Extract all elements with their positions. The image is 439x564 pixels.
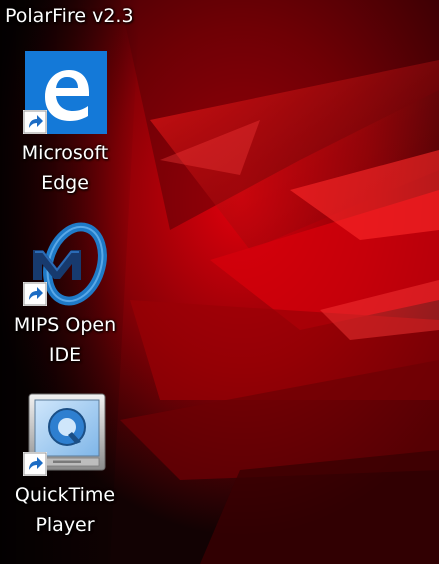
quicktime-icon <box>23 392 107 476</box>
shortcut-arrow-icon <box>23 282 47 306</box>
desktop: PolarFire v2.3 Microsoft Edge MIPS Open … <box>0 0 439 564</box>
desktop-shortcut-quicktime-player[interactable]: QuickTime Player <box>10 392 120 540</box>
edge-icon <box>23 50 107 134</box>
desktop-item-label[interactable]: PolarFire v2.3 <box>5 2 134 30</box>
desktop-shortcut-mips-open-ide[interactable]: MIPS Open IDE <box>10 222 120 370</box>
shortcut-label: Microsoft Edge <box>21 142 109 194</box>
shortcut-label: MIPS Open IDE <box>13 314 117 366</box>
shortcut-label: QuickTime Player <box>14 484 116 536</box>
shortcut-arrow-icon <box>23 110 47 134</box>
desktop-shortcut-microsoft-edge[interactable]: Microsoft Edge <box>10 50 120 198</box>
shortcut-arrow-icon <box>23 452 47 476</box>
mips-icon <box>23 222 107 306</box>
